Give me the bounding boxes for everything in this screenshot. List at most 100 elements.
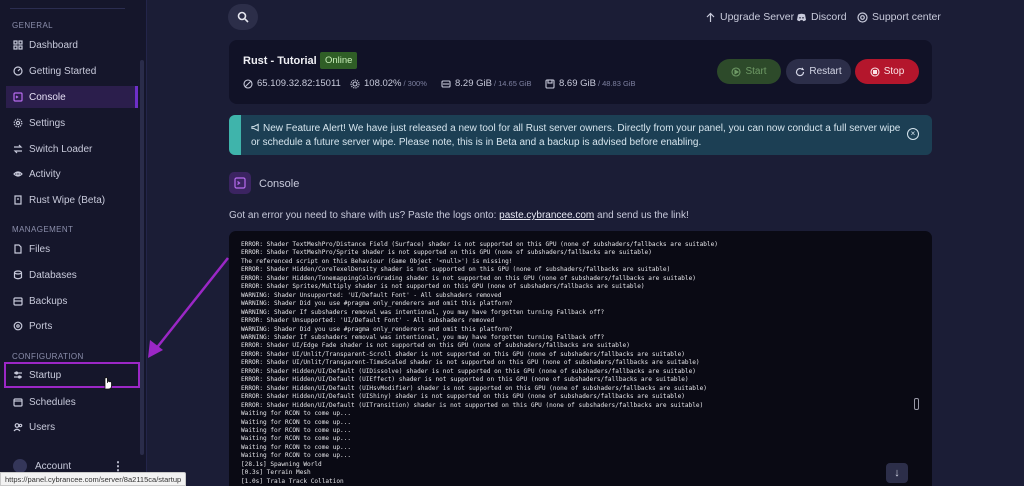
share-prefix: Got an error you need to share with us? … [229, 210, 497, 221]
sidebar-item-dashboard[interactable]: Dashboard [6, 34, 138, 56]
grid-icon [13, 40, 23, 50]
console-line: Waiting for RCON to come up... [241, 410, 352, 418]
arrow-up-icon [706, 12, 715, 22]
sidebar-item-ports[interactable]: Ports [6, 315, 138, 337]
sidebar-item-console[interactable]: Console [6, 86, 138, 108]
scroll-to-bottom-button[interactable]: ↓ [886, 463, 908, 483]
sidebar-item-label: Dashboard [29, 39, 78, 51]
disk-icon [545, 78, 555, 89]
paste-link[interactable]: paste.cybrancee.com [499, 210, 594, 221]
console-line: [28.1s] Spawning World [241, 460, 322, 468]
console-line: ERROR: Shader Sprites/Multiply shader is… [241, 283, 645, 291]
sidebar-item-databases[interactable]: Databases [6, 264, 138, 286]
console-line: ERROR: Shader TextMeshPro/Distance Field… [241, 241, 718, 248]
sidebar-item-startup[interactable]: Startup [4, 362, 140, 388]
upgrade-server-link[interactable]: Upgrade Server [705, 11, 794, 23]
hand-cursor-icon [104, 377, 112, 390]
section-general-label: GENERAL [12, 21, 54, 30]
console-line: Waiting for RCON to come up... [241, 418, 352, 426]
sidebar: GENERAL Dashboard Getting Started Consol… [0, 0, 147, 486]
support-center-label: Support center [872, 11, 941, 23]
share-suffix: and send us the link! [597, 210, 689, 221]
alert-stripe [229, 115, 241, 155]
console-output[interactable]: ERROR: Shader TextMeshPro/Distance Field… [229, 231, 932, 486]
megaphone-icon [251, 123, 259, 132]
discord-link[interactable]: Discord [796, 11, 847, 23]
sidebar-scrollbar[interactable] [140, 60, 144, 455]
console-line: [0.3s] Terrain Mesh [241, 469, 311, 477]
file-icon [13, 244, 23, 254]
console-line: ERROR: Shader Hidden/UI/Default (UIHsvMo… [241, 384, 707, 392]
sidebar-item-label: Settings [29, 117, 66, 129]
sidebar-item-label: Rust Wipe (Beta) [29, 194, 106, 206]
memory-icon [441, 79, 451, 88]
console-line: ERROR: Shader Hidden/TonemappingColorGra… [241, 274, 696, 282]
alert-message: New Feature Alert! We have just released… [251, 122, 901, 150]
console-line: Waiting for RCON to come up... [241, 443, 352, 451]
memory-value: 8.29 GiB [455, 78, 492, 89]
disk-value: 8.69 GiB [559, 78, 596, 89]
sidebar-item-schedules[interactable]: Schedules [6, 391, 138, 413]
start-label: Start [745, 66, 767, 77]
sidebar-item-switch-loader[interactable]: Switch Loader [6, 138, 138, 160]
server-address[interactable]: 65.109.32.82:15011 [243, 78, 341, 89]
console-scrollbar[interactable] [914, 398, 919, 410]
restart-button[interactable]: Restart [786, 59, 851, 84]
restart-label: Restart [809, 66, 842, 77]
search-button[interactable] [228, 4, 258, 30]
close-icon[interactable]: × [907, 128, 919, 140]
console-title: Console [259, 178, 300, 190]
sidebar-item-label: Schedules [29, 396, 76, 408]
console-line: ERROR: Shader Hidden/UI/Default (UIShiny… [241, 393, 685, 401]
section-configuration-label: CONFIGURATION [12, 352, 84, 361]
console-line: WARNING: Shader If subshaders removal wa… [241, 333, 605, 341]
server-address-value: 65.109.32.82:15011 [257, 78, 341, 89]
console-line: ERROR: Shader TextMeshPro/Sprite shader … [241, 249, 652, 257]
stop-label: Stop [883, 66, 905, 77]
status-badge: Online [320, 52, 358, 69]
arrow-down-icon: ↓ [894, 467, 900, 479]
account-button[interactable]: Account [13, 459, 71, 473]
sidebar-item-label: Ports [29, 320, 53, 332]
sidebar-item-label: Users [29, 421, 56, 433]
disk-usage: 8.69 GiB / 48.83 GiB [545, 78, 636, 89]
support-center-link[interactable]: Support center [857, 11, 941, 23]
sidebar-item-backups[interactable]: Backups [6, 290, 138, 312]
account-menu-icon[interactable]: ⋮ [112, 459, 124, 473]
database-icon [13, 270, 23, 280]
sidebar-item-label: Startup [29, 369, 62, 381]
sidebar-item-label: Switch Loader [29, 143, 93, 155]
console-line: WARNING: Shader Did you use #pragma only… [241, 300, 513, 308]
sidebar-item-rust-wipe[interactable]: Rust Wipe (Beta) [6, 189, 138, 211]
memory-limit: / 14.65 GiB [493, 79, 532, 88]
console-line: WARNING: Shader If subshaders removal wa… [241, 308, 605, 316]
discord-label: Discord [811, 11, 847, 23]
avatar [13, 459, 27, 473]
stop-button[interactable]: Stop [855, 59, 919, 84]
sidebar-item-label: Files [29, 243, 51, 255]
sidebar-item-label: Console [29, 91, 66, 103]
start-button[interactable]: Start [717, 59, 781, 84]
sidebar-item-users[interactable]: Users [6, 416, 138, 438]
console-line: ERROR: Shader Hidden/UI/Default (UIDisso… [241, 367, 696, 375]
console-line: Waiting for RCON to come up... [241, 426, 352, 434]
console-line: ERROR: Shader UI/Unlit/Transparent-Scrol… [241, 350, 685, 358]
ports-icon [13, 321, 23, 331]
sidebar-item-label: Backups [29, 295, 68, 307]
sidebar-item-activity[interactable]: Activity [6, 163, 138, 185]
sidebar-item-getting-started[interactable]: Getting Started [6, 60, 138, 82]
upgrade-server-label: Upgrade Server [720, 11, 795, 23]
sidebar-item-files[interactable]: Files [6, 238, 138, 260]
sidebar-divider [10, 8, 125, 9]
sidebar-item-settings[interactable]: Settings [6, 112, 138, 134]
users-icon [13, 422, 23, 432]
feature-alert: New Feature Alert! We have just released… [229, 115, 932, 155]
rust-icon [13, 195, 23, 205]
discord-icon [797, 13, 806, 21]
memory-usage: 8.29 GiB / 14.65 GiB [441, 78, 532, 89]
account-label: Account [35, 460, 72, 472]
server-name: Rust - Tutorial [243, 55, 317, 67]
terminal-icon [229, 172, 251, 194]
lifebuoy-icon [857, 11, 868, 23]
console-log: ERROR: Shader TextMeshPro/Distance Field… [241, 241, 911, 486]
